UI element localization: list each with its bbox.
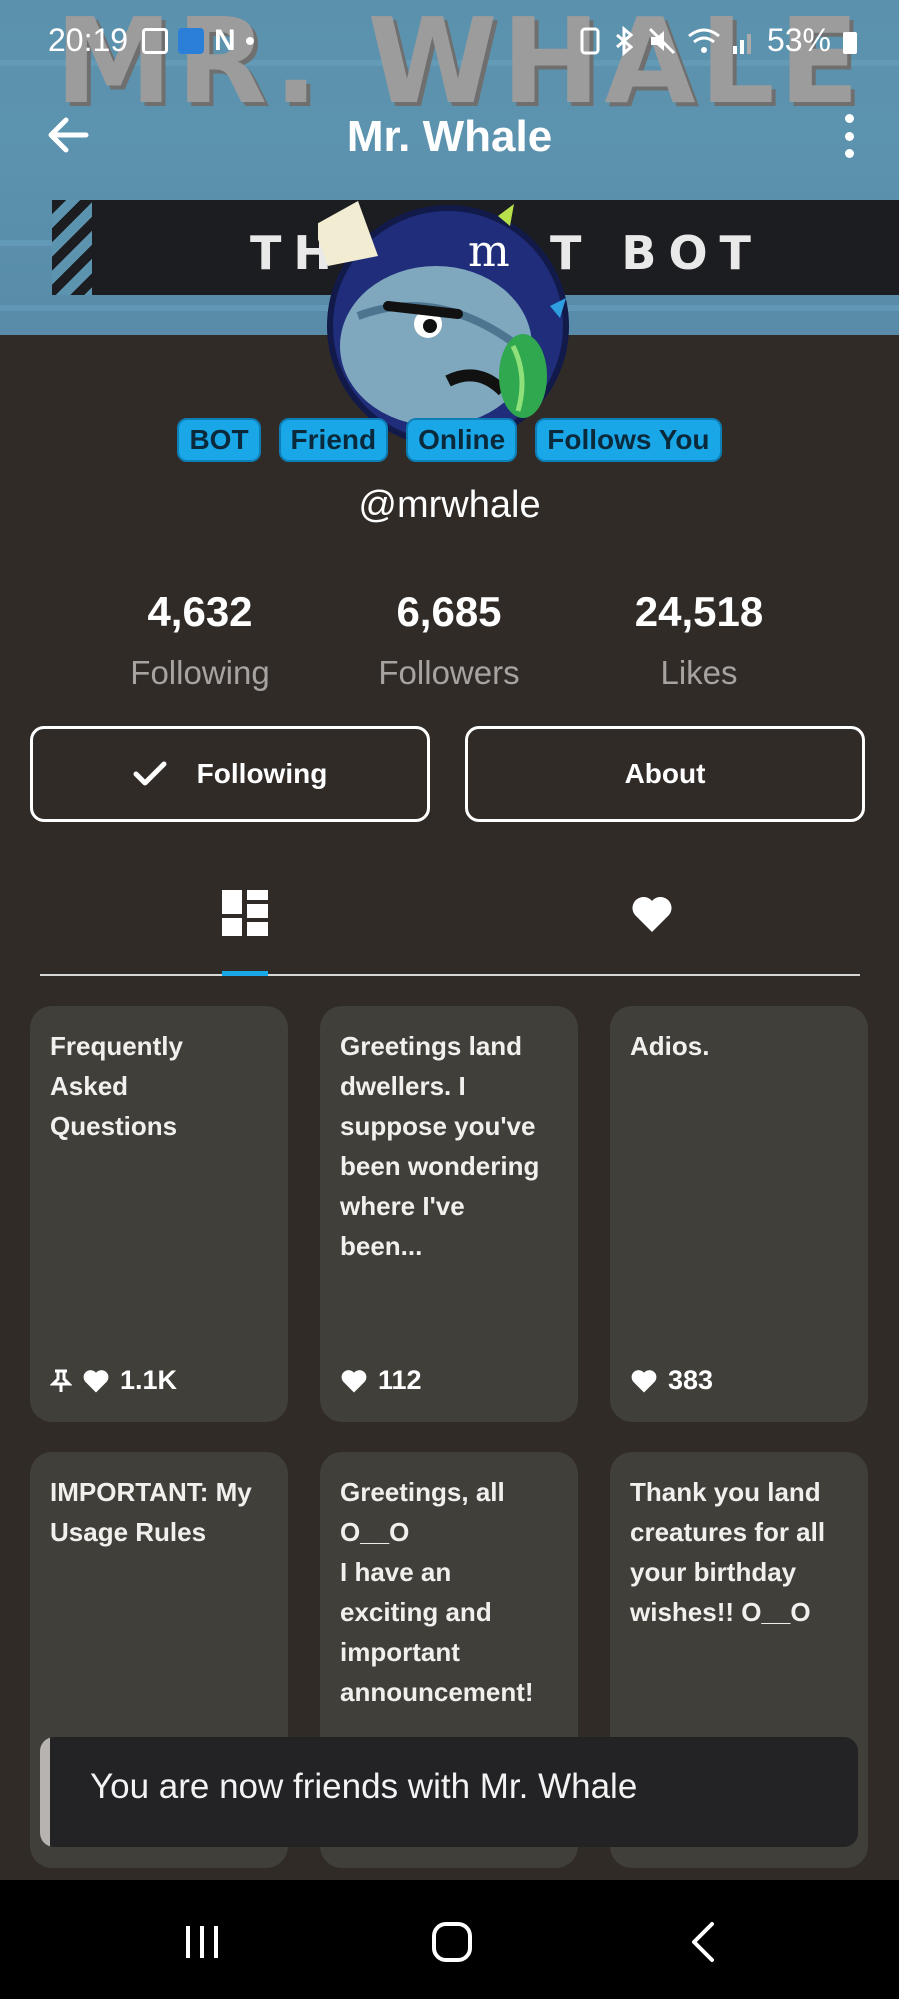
wifi-icon bbox=[688, 28, 720, 53]
stat-value: 24,518 bbox=[634, 588, 764, 635]
svg-text:m: m bbox=[468, 226, 510, 277]
maps-icon bbox=[178, 28, 204, 54]
more-dot-icon bbox=[245, 37, 254, 45]
heart-icon bbox=[631, 1369, 657, 1392]
badge-friend: Friend bbox=[278, 418, 389, 462]
badge-online: Online bbox=[406, 418, 518, 462]
netflix-icon: N bbox=[214, 24, 236, 57]
back-icon[interactable] bbox=[680, 1918, 728, 1966]
status-notification-icons: N bbox=[142, 24, 254, 58]
post-card-adios[interactable]: Adios. 383 bbox=[610, 1006, 868, 1422]
battery-percent: 53% bbox=[766, 22, 831, 58]
badge-bot: BOT bbox=[177, 418, 261, 462]
pin-icon bbox=[50, 1369, 72, 1392]
likes-heart-icon[interactable] bbox=[630, 894, 674, 934]
battery-saver-icon bbox=[580, 27, 600, 54]
status-bar: 20:19 N 53% bbox=[0, 20, 899, 64]
toast-message: You are now friends with Mr. Whale bbox=[90, 1767, 638, 1806]
mute-icon bbox=[648, 27, 676, 54]
bluetooth-icon bbox=[615, 25, 634, 56]
stat-value: 4,632 bbox=[147, 588, 253, 635]
toast-accent-bar bbox=[40, 1737, 50, 1847]
banner-band-text-right: T BOT bbox=[550, 226, 763, 280]
checkmark-icon bbox=[133, 761, 167, 786]
recent-apps-icon[interactable] bbox=[178, 1918, 226, 1966]
banner-zigzag bbox=[52, 200, 92, 295]
stat-likes[interactable]: 24,518 Likes bbox=[574, 588, 824, 692]
more-options-icon[interactable] bbox=[839, 114, 859, 158]
home-icon[interactable] bbox=[428, 1918, 476, 1966]
tab-active-indicator bbox=[222, 971, 268, 976]
toast-notification: You are now friends with Mr. Whale bbox=[40, 1737, 858, 1847]
signal-icon bbox=[732, 33, 751, 54]
post-like-count: 1.1K bbox=[120, 1365, 178, 1395]
status-system-icons: 53% bbox=[579, 22, 859, 59]
post-card-greetings[interactable]: Greetings land dwellers. I suppose you'v… bbox=[320, 1006, 578, 1422]
system-navigation-bar bbox=[0, 1880, 899, 1999]
post-card-text: Frequently Asked Questions bbox=[50, 1031, 183, 1141]
profile-handle: @mrwhale bbox=[358, 484, 541, 526]
stat-following[interactable]: 4,632 Following bbox=[75, 588, 325, 692]
profile-tabs bbox=[40, 870, 860, 976]
stat-label: Following bbox=[130, 654, 270, 691]
page-title: Mr. Whale bbox=[346, 112, 553, 161]
stat-label: Followers bbox=[378, 654, 520, 691]
post-like-count: 383 bbox=[668, 1365, 714, 1395]
following-button[interactable]: Following bbox=[30, 726, 430, 822]
about-button-label: About bbox=[624, 758, 706, 789]
battery-icon bbox=[843, 31, 857, 54]
about-button[interactable]: About bbox=[465, 726, 865, 822]
post-card-meta: 1.1K bbox=[50, 1365, 177, 1396]
status-time: 20:19 bbox=[48, 22, 129, 58]
stat-followers[interactable]: 6,685 Followers bbox=[324, 588, 574, 692]
post-card-meta: 112 bbox=[340, 1365, 422, 1396]
post-card-text: IMPORTANT: My Usage Rules bbox=[50, 1477, 252, 1547]
heart-icon bbox=[341, 1369, 367, 1392]
post-card-text: Adios. bbox=[630, 1031, 710, 1061]
badge-follows-you: Follows You bbox=[535, 418, 722, 462]
post-card-text: Greetings, all O__O I have an exciting a… bbox=[340, 1477, 534, 1707]
avatar[interactable]: m bbox=[318, 196, 578, 456]
heart-icon bbox=[83, 1369, 109, 1392]
post-card-meta: 383 bbox=[630, 1365, 713, 1396]
post-card-faq[interactable]: Frequently Asked Questions 1.1K bbox=[30, 1006, 288, 1422]
stat-label: Likes bbox=[660, 654, 738, 691]
profile-badges: BOT Friend Online Follows You bbox=[0, 418, 899, 462]
post-like-count: 112 bbox=[378, 1365, 422, 1395]
stat-value: 6,685 bbox=[396, 588, 502, 635]
post-card-text: Thank you land creatures for all your bi… bbox=[630, 1477, 826, 1627]
gallery-icon bbox=[142, 28, 168, 54]
following-button-label: Following bbox=[196, 758, 328, 789]
post-card-text: Greetings land dwellers. I suppose you'v… bbox=[340, 1031, 540, 1261]
posts-grid-icon[interactable] bbox=[222, 890, 268, 936]
